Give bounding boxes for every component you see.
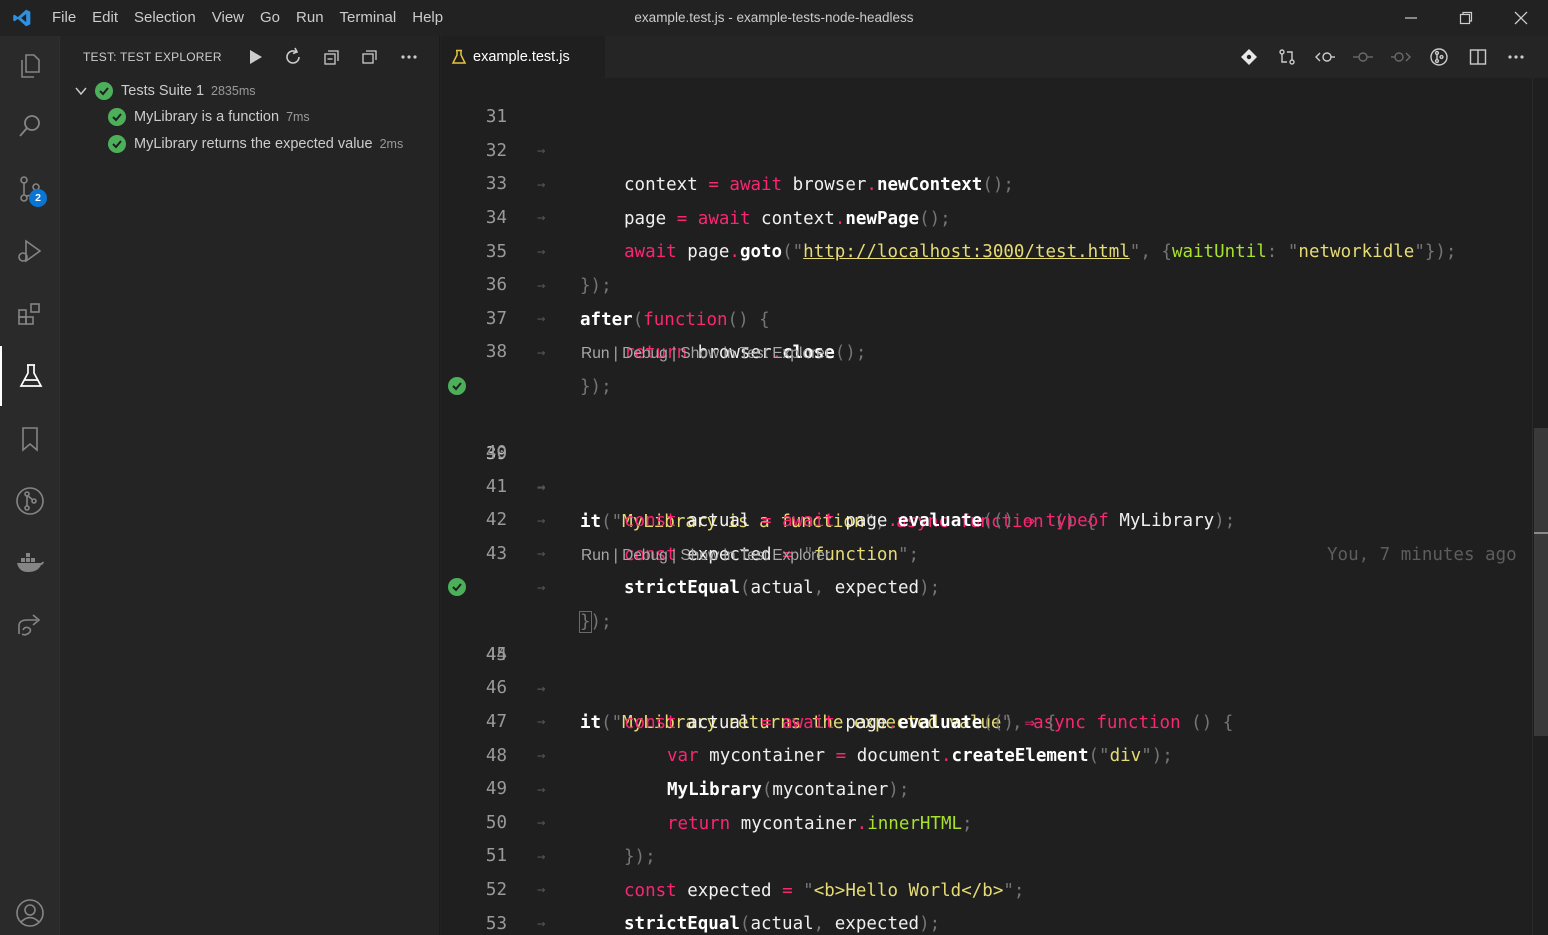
docker-icon[interactable] xyxy=(0,533,60,593)
tab-example-test-js[interactable]: example.test.js xyxy=(441,36,605,78)
more-actions-icon[interactable] xyxy=(396,44,422,70)
test-row[interactable]: MyLibrary is a function 7ms xyxy=(60,104,310,130)
menu-run[interactable]: Run xyxy=(288,0,332,36)
git-blame-annotation: You, 7 minutes ago xyxy=(1327,545,1517,565)
pass-check-icon xyxy=(108,108,126,126)
code-line: 43 → }); xyxy=(441,503,1531,633)
minimize-button[interactable] xyxy=(1383,0,1438,36)
file-history-icon[interactable] xyxy=(1427,45,1451,69)
timeline-icon[interactable] xyxy=(1351,45,1375,69)
code-line: 46 → var mycontainer = document.createEl… xyxy=(441,637,1531,766)
test-name: MyLibrary is a function xyxy=(134,109,280,125)
code-editor[interactable]: 31 → context = await browser.newContext(… xyxy=(441,78,1548,935)
code-line: 33 → await page.goto("http://localhost:3… xyxy=(441,133,1531,262)
show-log-button[interactable] xyxy=(357,44,383,70)
code-line: 44 → it("MyLibrary returns the expected … xyxy=(441,570,1531,733)
account-icon[interactable] xyxy=(0,883,60,935)
code-line: 50 → const expected = "<b>Hello World</b… xyxy=(441,772,1531,901)
code-line: 40 → const actual = await page.evaluate(… xyxy=(441,402,1531,565)
indent-guide-icon: → xyxy=(537,546,546,562)
test-name: MyLibrary returns the expected value xyxy=(134,136,373,152)
run-all-tests-button[interactable] xyxy=(242,44,268,70)
test-pass-icon[interactable] xyxy=(448,578,466,596)
editor-tab-bar: example.test.js xyxy=(441,36,1548,78)
title-bar: File Edit Selection View Go Run Terminal… xyxy=(0,0,1548,36)
files-icon[interactable] xyxy=(0,36,60,96)
test-row[interactable]: MyLibrary returns the expected value 2ms xyxy=(60,131,403,157)
live-share-icon[interactable] xyxy=(0,596,60,656)
menu-edit[interactable]: Edit xyxy=(84,0,126,36)
code-line: 31 → context = await browser.newContext(… xyxy=(441,78,1531,195)
test-pass-icon[interactable] xyxy=(448,377,466,395)
menu-go[interactable]: Go xyxy=(252,0,288,36)
scrollbar-thumb[interactable] xyxy=(1534,428,1548,736)
restore-button[interactable] xyxy=(1438,0,1493,36)
pass-check-icon xyxy=(108,135,126,153)
run-debug-icon[interactable] xyxy=(0,221,60,281)
bookmark-icon[interactable] xyxy=(0,409,60,469)
code-line: 48 → return mycontainer.innerHTML; xyxy=(441,705,1531,834)
open-changes-icon[interactable] xyxy=(1275,45,1299,69)
editor-scrollbar[interactable] xyxy=(1532,78,1548,935)
menu-terminal[interactable]: Terminal xyxy=(332,0,405,36)
code-line: 54 xyxy=(441,906,1531,935)
sidebar-title: TEST: TEST EXPLORER xyxy=(83,50,222,64)
code-line: 36 → return browser.close(); xyxy=(441,234,1531,363)
code-line: 34 → }); xyxy=(441,167,1531,296)
chevron-down-icon xyxy=(74,84,88,98)
line-number: 43 xyxy=(485,544,507,564)
menu-file[interactable]: File xyxy=(44,0,84,36)
test-flask-icon[interactable] xyxy=(0,346,60,406)
search-icon[interactable] xyxy=(0,96,60,156)
code-line: 49 → }); xyxy=(441,738,1531,867)
code-line: 38 xyxy=(441,301,1531,362)
git-graph-icon[interactable] xyxy=(0,471,60,531)
test-time: 7ms xyxy=(286,110,310,124)
test-explorer-panel: TEST: TEST EXPLORER Tests Suite 1 2835ms… xyxy=(60,36,440,935)
code-line: 41 → const expected = "function"; xyxy=(441,436,1531,565)
test-time: 2ms xyxy=(379,137,404,151)
sidebar-header: TEST: TEST EXPLORER xyxy=(60,36,439,78)
close-window-button[interactable] xyxy=(1493,0,1548,36)
menu-view[interactable]: View xyxy=(204,0,252,36)
code-line: 47 → MyLibrary(mycontainer); xyxy=(441,671,1531,800)
code-line: 52 → }); xyxy=(441,839,1531,932)
codelens-run-debug[interactable]: Run | Debug | Show in Test Explorer xyxy=(581,542,830,570)
test-file-flask-icon xyxy=(451,49,467,65)
git-commit-icon[interactable] xyxy=(1237,45,1261,69)
editor-more-actions-icon[interactable] xyxy=(1504,45,1528,69)
tab-label: example.test.js xyxy=(473,49,570,65)
test-suite-row[interactable]: Tests Suite 1 2835ms xyxy=(60,78,256,104)
scrollbar-cursor-marker xyxy=(1534,532,1548,534)
vscode-logo-icon xyxy=(0,0,44,36)
previous-revision-icon[interactable] xyxy=(1313,45,1337,69)
menu-help[interactable]: Help xyxy=(404,0,451,36)
code-line: 51 → strictEqual(actual, expected); xyxy=(441,805,1531,934)
suite-time: 2835ms xyxy=(211,84,256,98)
split-editor-icon[interactable] xyxy=(1466,45,1490,69)
collapse-all-button[interactable] xyxy=(319,44,345,70)
codelens-run-debug[interactable]: Run | Debug | Show in Test Explorer xyxy=(581,340,830,368)
code-line: 39 → it("MyLibrary is a function", async… xyxy=(441,369,1531,532)
code-line: 37 → }); xyxy=(441,268,1531,397)
pass-check-icon xyxy=(95,82,113,100)
code-line: 35 → after(function() { xyxy=(441,201,1531,330)
code-line: 32 → page = await context.newPage(); xyxy=(441,100,1531,229)
code-line: 45 → const actual = await page.evaluate(… xyxy=(441,604,1531,733)
indent-guide-icon: → xyxy=(537,345,546,361)
next-revision-icon[interactable] xyxy=(1389,45,1413,69)
source-control-badge: 2 xyxy=(29,189,47,207)
suite-name: Tests Suite 1 xyxy=(121,83,205,99)
menu-selection[interactable]: Selection xyxy=(126,0,204,36)
activity-bar: 2 xyxy=(0,36,60,935)
reload-tests-button[interactable] xyxy=(280,44,306,70)
extensions-icon[interactable] xyxy=(0,284,60,344)
code-line: 53 }); xyxy=(441,873,1531,934)
source-control-icon[interactable]: 2 xyxy=(0,159,60,219)
code-line: 42 → strictEqual(actual, expected); xyxy=(441,469,1531,598)
line-number: 38 xyxy=(485,342,507,362)
